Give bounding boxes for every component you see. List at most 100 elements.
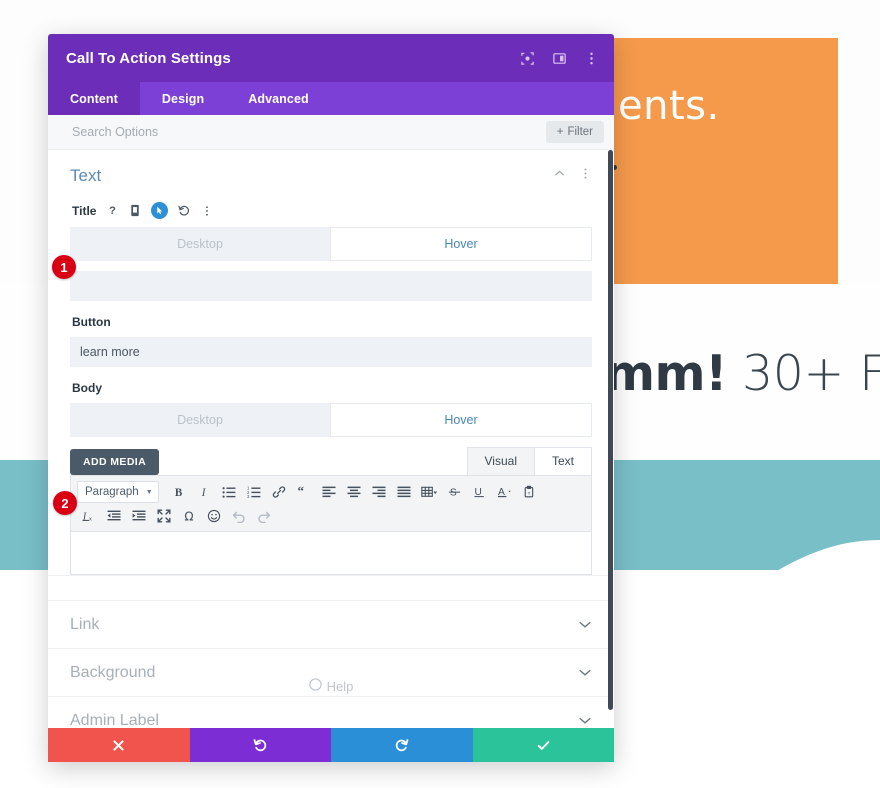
- more-options-icon[interactable]: [582, 49, 600, 67]
- editor-mode-tabs: Visual Text: [466, 447, 592, 475]
- text-color-icon[interactable]: A: [493, 481, 516, 503]
- indent-icon[interactable]: [127, 505, 150, 527]
- outdent-icon[interactable]: [102, 505, 125, 527]
- filter-button-label: Filter: [567, 126, 593, 138]
- svg-text:x: x: [89, 517, 92, 523]
- section-admin-label-text: Admin Label: [70, 711, 159, 729]
- background-headline-light: 30+ Flavo: [742, 345, 880, 402]
- modal-scroll-region: Text Title ? Desktop Hover Button learn …: [48, 150, 614, 728]
- svg-text:T: T: [527, 491, 530, 496]
- button-text-input[interactable]: [70, 337, 592, 367]
- callout-badge-2: 2: [53, 491, 77, 515]
- responsive-device-icon[interactable]: [128, 204, 142, 218]
- title-state-toggle: Desktop Hover: [70, 227, 592, 261]
- underline-icon[interactable]: U: [468, 481, 491, 503]
- title-field-label: Title: [72, 203, 97, 218]
- save-button[interactable]: [472, 728, 614, 762]
- section-admin-label[interactable]: Admin Label: [48, 696, 614, 728]
- undo-icon[interactable]: [227, 505, 250, 527]
- focus-icon[interactable]: [518, 49, 536, 67]
- section-text-header[interactable]: Text: [70, 166, 592, 186]
- search-options-row: + Filter: [48, 115, 614, 150]
- bulleted-list-icon[interactable]: [218, 481, 241, 503]
- title-field-label-row: Title ?: [70, 202, 592, 219]
- editor-top-bar: ADD MEDIA Visual Text: [70, 447, 592, 475]
- section-divider-spacer: [48, 575, 614, 600]
- body-state-hover[interactable]: Hover: [330, 403, 592, 437]
- chevron-up-icon[interactable]: [553, 167, 566, 185]
- plus-icon: +: [556, 126, 564, 138]
- fullscreen-icon[interactable]: [152, 505, 175, 527]
- title-state-hover[interactable]: Hover: [330, 227, 592, 261]
- numbered-list-icon[interactable]: 1 2 3: [243, 481, 266, 503]
- blockquote-icon[interactable]: “: [293, 481, 316, 503]
- callout-badge-1: 1: [52, 255, 76, 279]
- search-input[interactable]: [70, 124, 546, 140]
- chevron-down-icon: [578, 666, 592, 680]
- section-background[interactable]: Background: [48, 648, 614, 696]
- strikethrough-icon[interactable]: S: [443, 481, 466, 503]
- align-right-icon[interactable]: [368, 481, 391, 503]
- align-center-icon[interactable]: [343, 481, 366, 503]
- filter-button[interactable]: + Filter: [545, 121, 604, 143]
- button-field-label-row: Button: [70, 315, 592, 329]
- editor-tab-visual[interactable]: Visual: [466, 447, 535, 475]
- modal-title: Call To Action Settings: [66, 49, 231, 67]
- align-left-icon[interactable]: [318, 481, 341, 503]
- special-character-icon[interactable]: Ω: [177, 505, 200, 527]
- more-options-icon[interactable]: [579, 167, 592, 185]
- modal-scrollbar-thumb[interactable]: [608, 150, 613, 710]
- cancel-button[interactable]: [48, 728, 190, 762]
- svg-text:Ω: Ω: [184, 510, 193, 524]
- align-justify-icon[interactable]: [393, 481, 416, 503]
- svg-text:?: ?: [109, 205, 116, 217]
- modal-header: Call To Action Settings: [48, 34, 614, 82]
- editor-toolbar-row-2: I x Ω: [77, 504, 585, 528]
- format-select-value: Paragraph: [85, 486, 139, 498]
- background-orange-text: ents.: [618, 83, 720, 129]
- clear-formatting-icon[interactable]: I x: [77, 505, 100, 527]
- help-icon[interactable]: ?: [105, 204, 119, 218]
- italic-icon[interactable]: I: [193, 481, 216, 503]
- tab-design[interactable]: Design: [140, 82, 226, 115]
- svg-text:B: B: [175, 487, 183, 499]
- modal-tab-bar: Content Design Advanced: [48, 82, 614, 115]
- redo-button[interactable]: [331, 728, 473, 762]
- redo-icon[interactable]: [252, 505, 275, 527]
- title-state-desktop[interactable]: Desktop: [70, 227, 330, 261]
- bold-icon[interactable]: B: [168, 481, 191, 503]
- section-link[interactable]: Link: [48, 600, 614, 648]
- section-text-controls: [553, 167, 592, 185]
- tab-content[interactable]: Content: [48, 82, 140, 115]
- layout-icon[interactable]: [550, 49, 568, 67]
- check-icon: [536, 738, 551, 753]
- svg-text:“: “: [298, 486, 305, 498]
- body-field-label: Body: [72, 381, 102, 395]
- reset-icon[interactable]: [177, 204, 191, 218]
- editor-toolbar-row-1: Paragraph ▼ B I 1 2 3 “ S U A T: [77, 480, 585, 504]
- more-options-icon[interactable]: [200, 204, 214, 218]
- editor-toolbar: Paragraph ▼ B I 1 2 3 “ S U A T I x Ω: [70, 475, 592, 532]
- hover-cursor-icon[interactable]: [151, 202, 169, 219]
- modal-scrollbar-track[interactable]: [608, 150, 614, 728]
- table-icon[interactable]: [418, 481, 441, 503]
- undo-icon: [253, 738, 268, 753]
- reset-button[interactable]: [189, 728, 331, 762]
- close-icon: [112, 739, 125, 752]
- tab-advanced[interactable]: Advanced: [226, 82, 331, 115]
- body-state-toggle: Desktop Hover: [70, 403, 592, 437]
- emoji-icon[interactable]: [202, 505, 225, 527]
- section-background-label: Background: [70, 663, 156, 681]
- svg-text:S: S: [450, 488, 457, 499]
- title-input[interactable]: [70, 271, 592, 301]
- link-icon[interactable]: [268, 481, 291, 503]
- call-to-action-settings-modal: Call To Action Settings Content Design A…: [48, 34, 614, 762]
- editor-content-area[interactable]: [70, 532, 592, 575]
- paste-as-text-icon[interactable]: T: [518, 481, 541, 503]
- editor-tab-text[interactable]: Text: [534, 447, 592, 475]
- format-select[interactable]: Paragraph ▼: [77, 481, 159, 503]
- redo-icon: [394, 738, 409, 753]
- body-state-desktop[interactable]: Desktop: [70, 403, 330, 437]
- section-text: Text Title ? Desktop Hover Button learn …: [48, 150, 614, 575]
- add-media-button[interactable]: ADD MEDIA: [70, 449, 160, 475]
